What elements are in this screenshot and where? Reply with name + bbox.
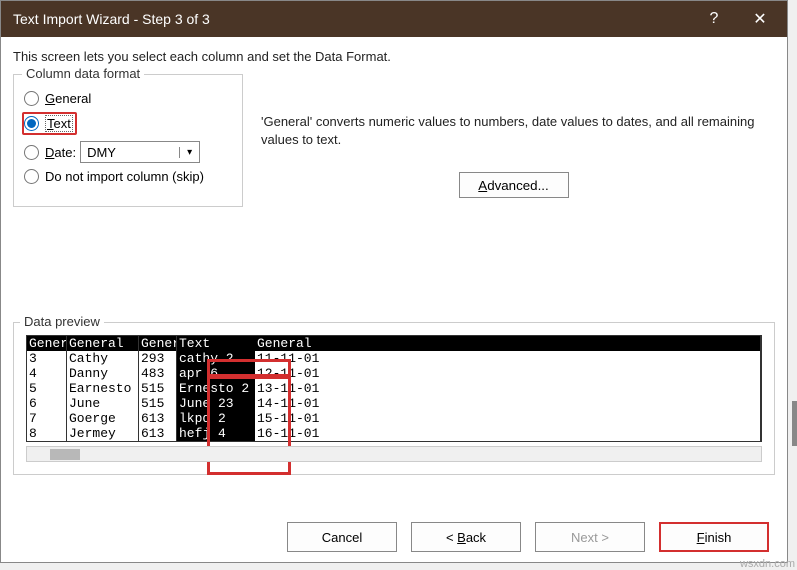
chevron-down-icon: ▾: [179, 147, 199, 158]
radio-skip-input[interactable]: [24, 169, 39, 184]
column-format-legend: Column data format: [22, 66, 144, 81]
button-bar: Cancel < Back Next > Finish: [1, 522, 787, 552]
preview-grid[interactable]: Gener General Gener Text General 3Cathy2…: [26, 335, 762, 442]
description-text: This screen lets you select each column …: [13, 49, 775, 64]
grid-body: 3Cathy293cathy 211-11-014Danny483apr 612…: [27, 351, 761, 441]
preview-area: Data preview Gener General Gener Text Ge…: [13, 322, 775, 475]
cancel-button[interactable]: Cancel: [287, 522, 397, 552]
preview-fieldset: Data preview Gener General Gener Text Ge…: [13, 322, 775, 475]
info-panel: 'General' converts numeric values to num…: [261, 113, 766, 198]
advanced-button[interactable]: Advanced...: [459, 172, 569, 198]
radio-text-input[interactable]: [24, 116, 39, 131]
table-row[interactable]: 3Cathy293cathy 211-11-01: [27, 351, 761, 366]
watermark: wsxdn.com: [740, 558, 795, 570]
dialog-window: Text Import Wizard - Step 3 of 3 ? ✕ Thi…: [0, 0, 788, 563]
horizontal-scrollbar[interactable]: [26, 446, 762, 462]
table-row[interactable]: 4Danny483apr 612-11-01: [27, 366, 761, 381]
radio-skip[interactable]: Do not import column (skip): [24, 169, 232, 184]
table-row[interactable]: 7Goerge613lkpd 215-11-01: [27, 411, 761, 426]
radio-general[interactable]: General: [24, 91, 232, 106]
column-format-group: Column data format General Text Date: DM…: [13, 74, 243, 207]
titlebar: Text Import Wizard - Step 3 of 3 ? ✕: [1, 1, 787, 37]
date-format-select[interactable]: DMY ▾: [80, 141, 200, 163]
table-row[interactable]: 6June515June 2314-11-01: [27, 396, 761, 411]
finish-button[interactable]: Finish: [659, 522, 769, 552]
close-button[interactable]: ✕: [737, 1, 783, 37]
resize-handle[interactable]: [792, 401, 797, 446]
preview-legend: Data preview: [20, 314, 104, 329]
table-row[interactable]: 8Jermey613hefj 416-11-01: [27, 426, 761, 441]
back-button[interactable]: < Back: [411, 522, 521, 552]
radio-date[interactable]: Date: DMY ▾: [24, 141, 232, 163]
window-title: Text Import Wizard - Step 3 of 3: [13, 11, 691, 27]
radio-text[interactable]: Text: [24, 112, 232, 135]
radio-general-input[interactable]: [24, 91, 39, 106]
grid-header: Gener General Gener Text General: [27, 336, 761, 351]
content-area: This screen lets you select each column …: [1, 37, 787, 215]
next-button: Next >: [535, 522, 645, 552]
help-button[interactable]: ?: [691, 1, 737, 37]
scrollbar-thumb[interactable]: [50, 449, 80, 460]
table-row[interactable]: 5Earnesto515Ernesto 213-11-01: [27, 381, 761, 396]
radio-date-input[interactable]: [24, 145, 39, 160]
info-text: 'General' converts numeric values to num…: [261, 113, 766, 148]
